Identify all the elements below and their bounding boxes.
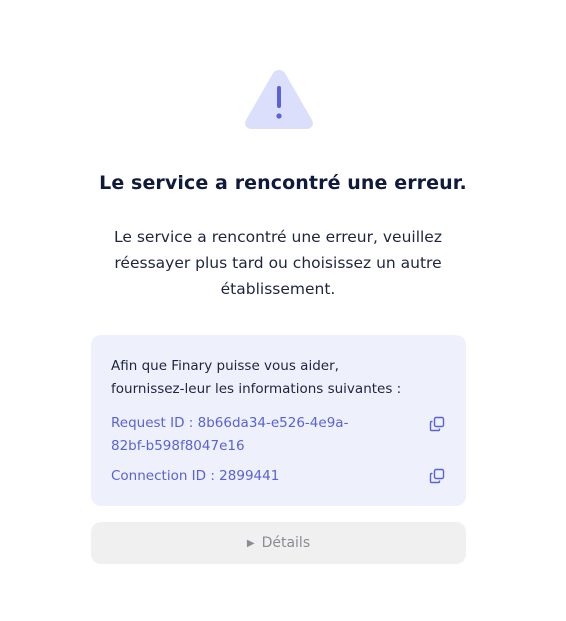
error-page: Le service a rencontré une erreur. Le se… (0, 0, 566, 621)
request-id-text: Request ID : 8b66da34-e526-4e9a- 82bf-b5… (111, 412, 401, 458)
details-label: Détails (261, 535, 311, 551)
error-title: Le service a rencontré une erreur. (99, 172, 467, 194)
details-toggle-button[interactable]: ▶ Détails (91, 522, 466, 564)
copy-request-id-icon[interactable] (428, 415, 446, 433)
connection-id-row: Connection ID : 2899441 (111, 465, 446, 488)
error-message: Le service a rencontré une erreur, veuil… (114, 228, 442, 298)
connection-id-text: Connection ID : 2899441 (111, 468, 280, 484)
warning-icon (242, 66, 316, 132)
request-id-row: Request ID : 8b66da34-e526-4e9a- 82bf-b5… (111, 412, 446, 458)
support-intro-line-2: fournissez-leur les informations suivant… (111, 381, 402, 397)
request-id-line-2: 82bf-b598f8047e16 (111, 438, 245, 454)
request-id-line-1: Request ID : 8b66da34-e526-4e9a- (111, 415, 349, 431)
support-intro: Afin que Finary puisse vous aider, fourn… (111, 355, 451, 401)
copy-connection-id-icon[interactable] (428, 467, 446, 485)
triangle-right-icon: ▶ (246, 537, 255, 549)
support-intro-line-1: Afin que Finary puisse vous aider, (111, 358, 339, 374)
support-info-box: Afin que Finary puisse vous aider, fourn… (91, 335, 466, 506)
